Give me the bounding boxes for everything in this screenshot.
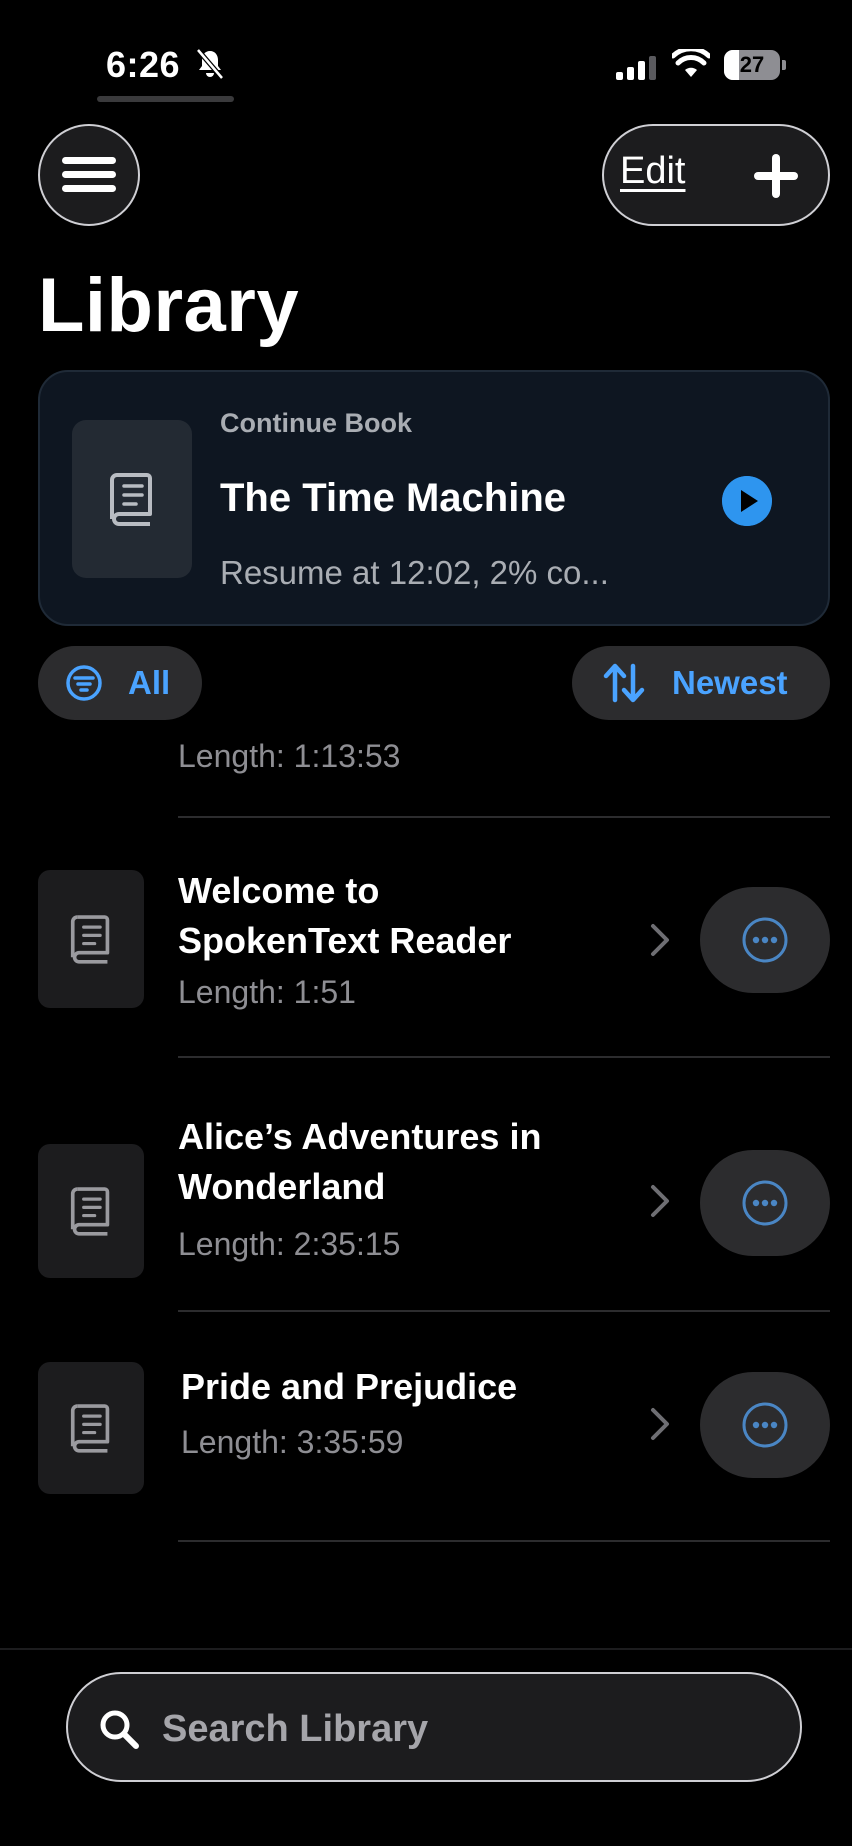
search-input[interactable] [162,1702,762,1756]
more-options-button[interactable] [700,1150,830,1256]
book-title: Alice’s Adventures in Wonderland [178,1116,542,1207]
list-item[interactable]: Pride and Prejudice Length: 3:35:59 [0,1360,852,1500]
book-cover [38,1144,144,1278]
list-divider [178,1056,830,1058]
book-title: Pride and Prejudice [181,1366,518,1407]
play-icon[interactable] [722,476,772,526]
chevron-right-icon [651,1408,669,1440]
book-icon [70,1187,110,1236]
list-item[interactable]: Alice’s Adventures in Wonderland Length:… [0,1110,852,1280]
hamburger-menu-icon [62,157,116,192]
more-options-button[interactable] [700,1372,830,1478]
more-options-icon [742,1180,788,1226]
menu-button[interactable] [38,124,140,226]
search-bar[interactable] [66,1672,802,1782]
toolbar-separator [0,1648,852,1650]
list-divider [178,816,830,818]
list-divider [178,1310,830,1312]
search-icon [100,1710,139,1749]
book-cover [38,1362,144,1494]
more-options-button[interactable] [700,887,830,993]
book-length: Length: 3:35:59 [181,1424,404,1460]
status-bar: 6:26 27 [0,0,852,110]
filter-icon [66,665,102,701]
continue-kicker: Continue Book [220,408,412,438]
battery-level: 27 [739,52,765,77]
book-title: Welcome to SpokenText Reader [178,870,512,961]
continue-book-progress: Resume at 12:02, 2% co... [220,554,609,591]
page-title: Library [38,263,300,348]
book-icon [70,1404,110,1453]
list-divider [178,1540,830,1542]
book-icon [110,473,152,526]
sort-label: Newest [672,664,788,701]
book-length: Length: 2:35:15 [178,1226,401,1262]
dynamic-island-indicator [97,96,234,102]
continue-book-card[interactable]: Continue Book The Time Machine Resume at… [38,370,830,626]
sort-arrows-icon [603,663,645,703]
wifi-icon [672,49,710,77]
more-options-icon [742,917,788,963]
book-icon [70,915,110,964]
plus-icon[interactable] [752,152,800,200]
more-options-icon [742,1402,788,1448]
list-item[interactable]: Welcome to SpokenText Reader Length: 1:5… [0,860,852,1020]
cellular-signal-icon [616,56,656,80]
chevron-right-icon [651,924,669,956]
battery-icon: 27 [724,50,786,80]
list-item-length: Length: 1:13:53 [178,738,401,774]
book-cover [38,870,144,1008]
filter-all-label: All [128,664,171,701]
chevron-right-icon [651,1185,669,1217]
bell-slash-icon [196,48,224,80]
filter-all-button[interactable]: All [38,646,202,720]
status-time: 6:26 [106,44,181,85]
edit-button[interactable]: Edit [620,150,685,193]
edit-add-group: Edit [602,124,830,226]
sort-newest-button[interactable]: Newest [572,646,830,720]
continue-book-cover [72,420,192,578]
book-length: Length: 1:51 [178,974,356,1010]
continue-book-title: The Time Machine [220,476,567,520]
